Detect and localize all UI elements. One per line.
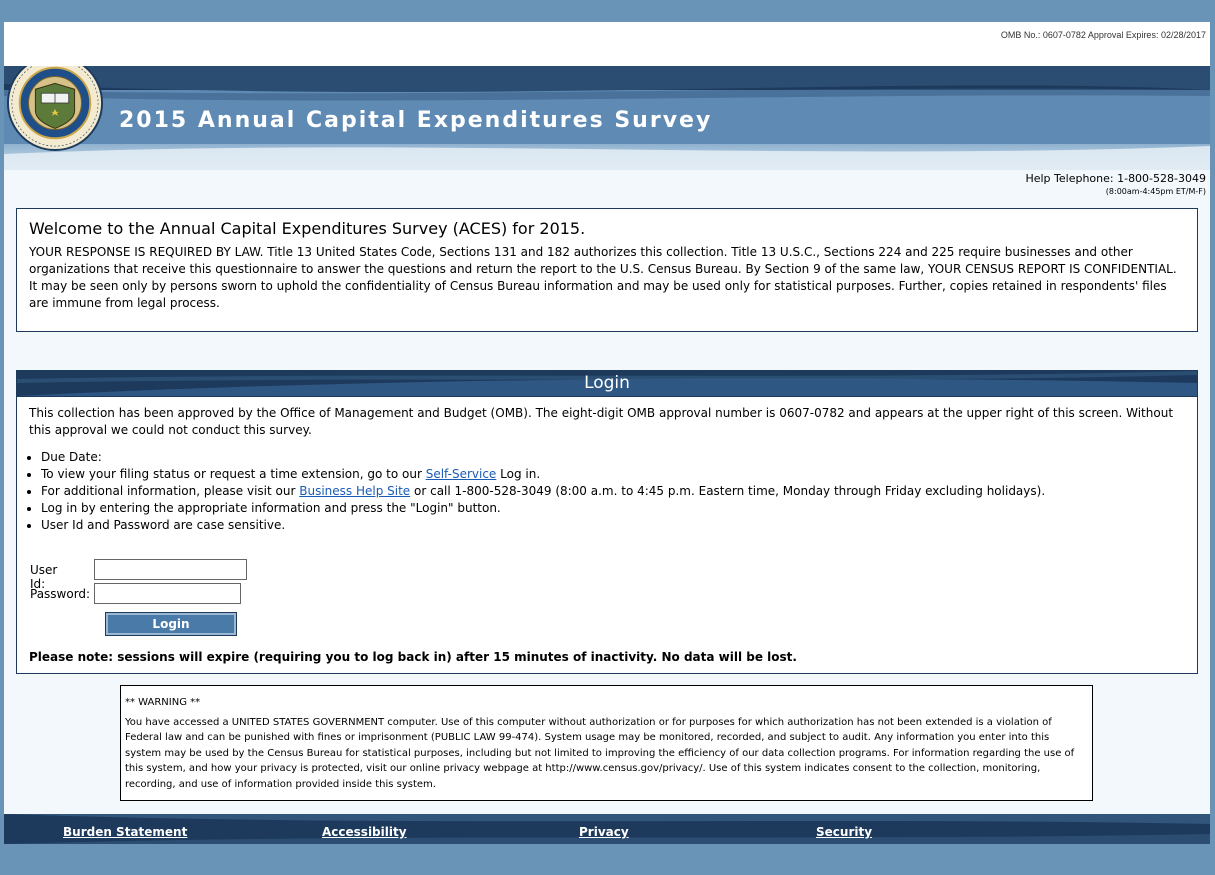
info-suffix: or call 1-800-528-3049 (8:00 a.m. to 4:4… [410, 484, 1046, 498]
login-panel: Login This collection has been approved … [16, 370, 1198, 674]
status-text: To view your filing status or request a … [41, 467, 426, 481]
page-title: 2015 Annual Capital Expenditures Survey [119, 108, 713, 133]
list-item: For additional information, please visit… [41, 483, 1197, 500]
burden-statement-link[interactable]: Burden Statement [63, 825, 187, 839]
login-button[interactable]: Login [105, 612, 237, 636]
warning-panel: ** WARNING ** You have accessed a UNITED… [120, 685, 1093, 801]
login-intro: This collection has been approved by the… [29, 406, 1174, 437]
help-telephone-hours: (8:00am-4:45pm ET/M-F) [1105, 187, 1206, 196]
welcome-heading: Welcome to the Annual Capital Expenditur… [29, 219, 586, 238]
password-input[interactable] [94, 583, 241, 604]
login-header: Login [17, 371, 1197, 397]
omb-notice: OMB No.: 0607-0782 Approval Expires: 02/… [1000, 30, 1206, 40]
case-sensitive-note: User Id and Password are case sensitive. [41, 518, 286, 532]
login-instructions: Log in by entering the appropriate infor… [41, 501, 501, 515]
footer: Burden Statement Accessibility Privacy S… [4, 814, 1210, 844]
help-telephone-number: Help Telephone: 1-800-528-3049 [1025, 172, 1206, 185]
privacy-link[interactable]: Privacy [579, 825, 629, 839]
help-telephone: Help Telephone: 1-800-528-3049 (8:00am-4… [1025, 172, 1206, 196]
page: OMB No.: 0607-0782 Approval Expires: 02/… [4, 22, 1210, 844]
status-suffix: Log in. [496, 467, 541, 481]
list-item: User Id and Password are case sensitive. [41, 517, 1197, 534]
list-item: Log in by entering the appropriate infor… [41, 500, 1197, 517]
business-help-site-link[interactable]: Business Help Site [299, 484, 410, 498]
userid-input[interactable] [94, 559, 247, 580]
login-info-list: Due Date: To view your filing status or … [17, 449, 1197, 534]
list-item: To view your filing status or request a … [41, 466, 1197, 483]
list-item: Due Date: [41, 449, 1197, 466]
welcome-panel: Welcome to the Annual Capital Expenditur… [16, 208, 1198, 332]
security-link[interactable]: Security [816, 825, 872, 839]
omb-bar: OMB No.: 0607-0782 Approval Expires: 02/… [4, 22, 1210, 66]
session-expiry-note: Please note: sessions will expire (requi… [29, 650, 797, 664]
password-label: Password: [30, 587, 91, 601]
accessibility-link[interactable]: Accessibility [322, 825, 407, 839]
warning-body: You have accessed a UNITED STATES GOVERN… [125, 716, 1075, 790]
info-text: For additional information, please visit… [41, 484, 300, 498]
warning-title: ** WARNING ** [125, 697, 201, 708]
due-date-label: Due Date: [41, 450, 102, 464]
census-bureau-seal-icon [6, 66, 104, 152]
self-service-link[interactable]: Self-Service [426, 467, 497, 481]
welcome-body: YOUR RESPONSE IS REQUIRED BY LAW. Title … [29, 245, 1177, 310]
login-title: Login [584, 373, 630, 393]
site-header: 2015 Annual Capital Expenditures Survey [4, 66, 1210, 170]
